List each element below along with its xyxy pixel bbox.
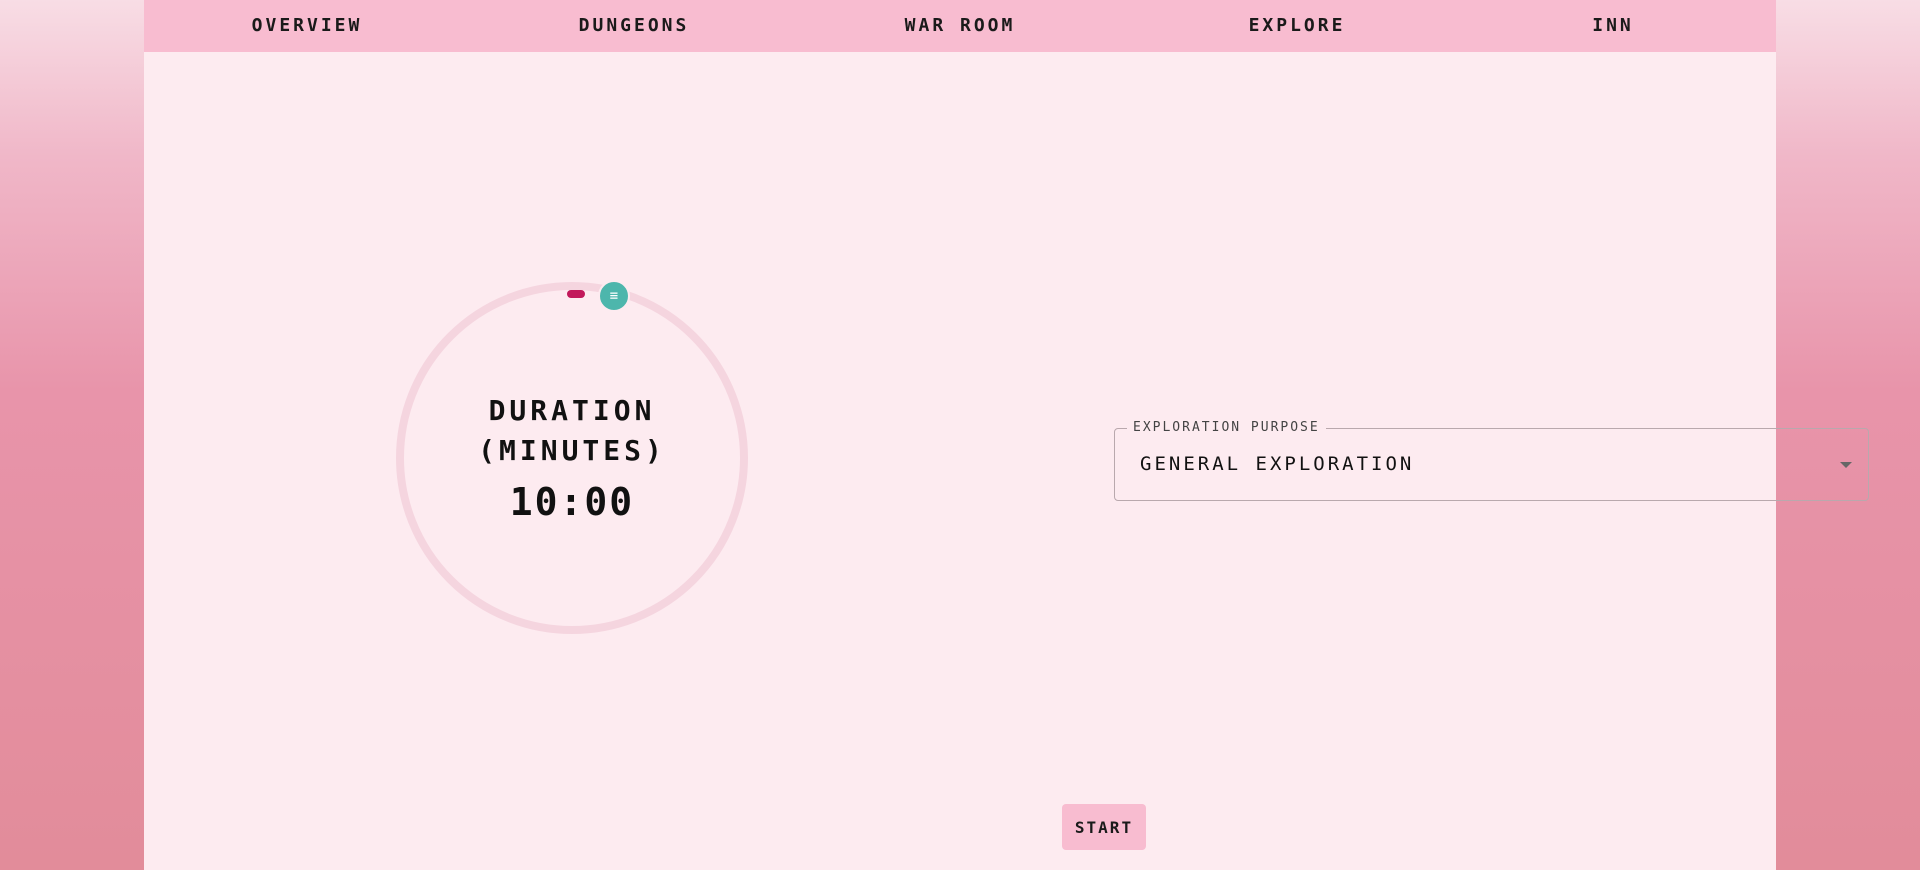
dial-label: DURATION xyxy=(488,394,656,427)
nav-item-war-room[interactable]: WAR ROOM xyxy=(905,0,1016,52)
start-button[interactable]: START xyxy=(1062,804,1146,850)
select-label: EXPLORATION PURPOSE xyxy=(1127,420,1326,435)
select-value: GENERAL EXPLORATION xyxy=(1140,453,1415,475)
dial-unit-label: (MINUTES) xyxy=(478,434,666,467)
exploration-purpose-select[interactable]: EXPLORATION PURPOSE GENERAL EXPLORATION xyxy=(1114,420,1869,501)
top-navigation: OVERVIEW DUNGEONS WAR ROOM EXPLORE INN xyxy=(144,0,1776,52)
app-panel: OVERVIEW DUNGEONS WAR ROOM EXPLORE INN D… xyxy=(144,0,1869,870)
chevron-down-icon[interactable] xyxy=(1840,462,1852,468)
drag-handle-icon[interactable]: ≡ xyxy=(598,280,630,312)
dial-progress-arc xyxy=(567,290,585,298)
duration-dial[interactable]: DURATION (MINUTES) 10:00 xyxy=(396,282,748,634)
nav-item-dungeons[interactable]: DUNGEONS xyxy=(579,0,690,52)
duration-value: 10:00 xyxy=(509,480,635,524)
nav-item-inn[interactable]: INN xyxy=(1592,0,1634,52)
nav-item-overview[interactable]: OVERVIEW xyxy=(252,0,363,52)
nav-item-explore[interactable]: EXPLORE xyxy=(1249,0,1346,52)
